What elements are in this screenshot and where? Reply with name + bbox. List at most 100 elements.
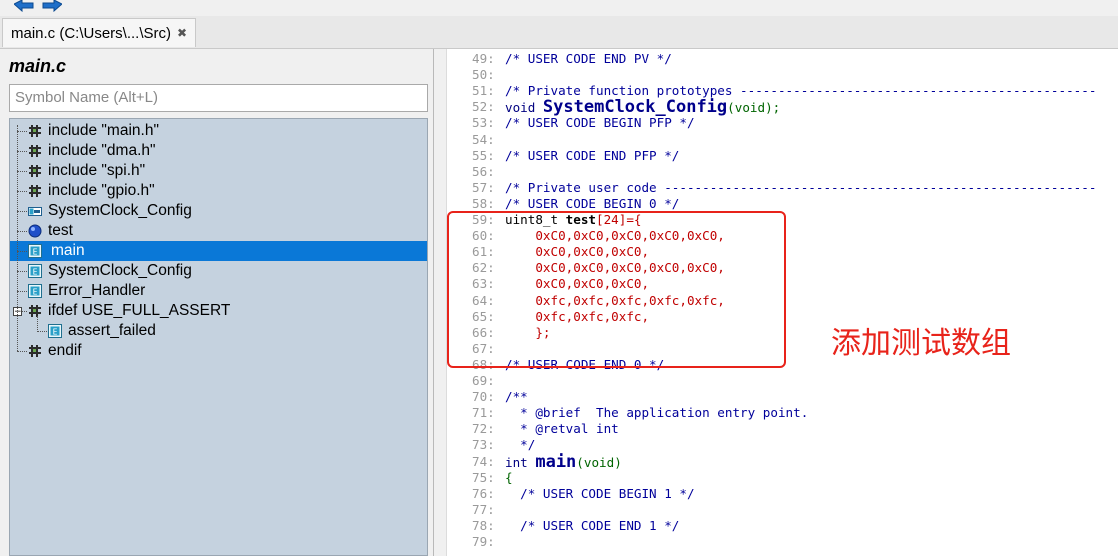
- code-line: 71: * @brief The application entry point…: [434, 405, 1118, 421]
- tree-connector: [17, 211, 27, 212]
- outline-item[interactable]: E SystemClock_Config: [10, 261, 427, 281]
- outline-item[interactable]: include "gpio.h": [10, 181, 427, 201]
- code-token: * @retval int: [505, 421, 619, 437]
- tree-connector: [17, 125, 18, 351]
- outline-item-label: include "spi.h": [48, 162, 146, 179]
- include-icon: [29, 345, 41, 357]
- code-line: 49:/* USER CODE END PV */: [434, 51, 1118, 67]
- code-token: int: [505, 454, 536, 470]
- tree-connector: [17, 351, 27, 352]
- code-text: /* USER CODE BEGIN 1 */: [505, 486, 694, 502]
- close-icon[interactable]: ✖: [177, 26, 187, 40]
- outline-item[interactable]: include "main.h": [10, 121, 427, 141]
- outline-item[interactable]: E Error_Handler: [10, 281, 427, 301]
- code-line: 79:: [434, 534, 1118, 550]
- code-text: * @brief The application entry point.: [505, 405, 808, 421]
- svg-text:E: E: [33, 248, 38, 257]
- code-line: 78: /* USER CODE END 1 */: [434, 518, 1118, 534]
- outline-item[interactable]: ifdef USE_FULL_ASSERT: [10, 301, 427, 321]
- code-line: 50:: [434, 67, 1118, 83]
- outline-item[interactable]: Eassert_failed: [10, 321, 427, 341]
- outline-item[interactable]: endif: [10, 341, 427, 361]
- code-token: * @brief The application entry point.: [505, 405, 809, 421]
- function-icon: E: [48, 324, 62, 338]
- include-icon: [29, 145, 41, 157]
- code-token: {: [505, 469, 513, 485]
- code-line: 56:: [434, 164, 1118, 180]
- function-icon: E: [28, 244, 42, 258]
- variable-icon: [28, 224, 42, 238]
- outline-item-label: ifdef USE_FULL_ASSERT: [48, 302, 231, 319]
- code-token: /* USER CODE END PV */: [505, 51, 672, 66]
- function-icon: E: [28, 264, 42, 278]
- code-token: /* USER CODE BEGIN 0 */: [505, 195, 680, 211]
- code-text: {: [505, 470, 513, 486]
- tree-connector: [17, 231, 27, 232]
- outline-item-label: SystemClock_Config: [48, 202, 192, 219]
- code-text: */: [505, 437, 535, 453]
- tree-connector: [17, 131, 27, 132]
- code-line: 55:/* USER CODE END PFP */: [434, 148, 1118, 164]
- outline-item[interactable]: test: [10, 221, 427, 241]
- code-token: (void): [576, 454, 622, 470]
- outline-item[interactable]: SystemClock_Config: [10, 201, 427, 221]
- code-text: /* USER CODE BEGIN PFP */: [505, 115, 695, 131]
- include-icon: [29, 165, 41, 177]
- line-number: 75:: [472, 469, 495, 485]
- code-line: 69:: [434, 373, 1118, 389]
- highlight-box: [447, 211, 786, 368]
- outline-item-label: include "gpio.h": [48, 182, 155, 199]
- line-number: 56:: [472, 163, 495, 179]
- function-prototype-icon: [28, 207, 42, 216]
- code-token: void: [505, 100, 543, 116]
- svg-text:E: E: [33, 268, 38, 277]
- code-line: 57:/* Private user code ----------------…: [434, 180, 1118, 196]
- line-number: 79:: [472, 534, 495, 549]
- code-token: SystemClock_Config: [542, 97, 728, 118]
- include-icon: [29, 185, 41, 197]
- line-number: 77:: [472, 501, 495, 517]
- code-text: int main(void): [505, 451, 622, 472]
- code-line: 75: {: [434, 470, 1118, 486]
- outline-item[interactable]: Emain: [10, 241, 427, 261]
- annotation-label: 添加测试数组: [831, 326, 1011, 361]
- code-line: 58:/* USER CODE BEGIN 0 */: [434, 196, 1118, 212]
- tree-connector: [17, 291, 27, 292]
- outline-item[interactable]: include "dma.h": [10, 141, 427, 161]
- code-line: 52: void SystemClock_Config(void);: [434, 99, 1118, 116]
- code-line: 76: /* USER CODE BEGIN 1 */: [434, 486, 1118, 502]
- tab-main-c[interactable]: main.c (C:\Users\...\Src) ✖: [2, 18, 197, 47]
- code-token: (void);: [727, 100, 781, 116]
- svg-text:E: E: [53, 328, 58, 337]
- outline-file-title: main.c: [9, 56, 67, 76]
- code-text: void SystemClock_Config(void);: [505, 99, 780, 116]
- outline-item-label: endif: [48, 342, 82, 359]
- code-token: */: [505, 437, 536, 453]
- outline-item-label: include "main.h": [48, 122, 159, 139]
- code-text: /**: [505, 389, 528, 405]
- code-text: /* Private user code -------------------…: [505, 180, 1096, 196]
- code-token: /* Private function prototypes ---------…: [505, 83, 1097, 99]
- code-text: * @retval int: [505, 421, 619, 437]
- code-text: /* USER CODE END PFP */: [505, 148, 679, 164]
- outline-item-label: test: [48, 222, 73, 239]
- outline-item[interactable]: include "spi.h": [10, 161, 427, 181]
- code-text: /* USER CODE BEGIN 0 */: [505, 196, 679, 212]
- tree-connector: [17, 171, 27, 172]
- code-token: /* Private user code -------------------…: [505, 179, 1097, 195]
- include-icon: [29, 125, 41, 137]
- code-token: /* USER CODE END 1 */: [505, 517, 680, 533]
- outline-item-label: assert_failed: [68, 322, 156, 339]
- code-line: 54:: [434, 132, 1118, 148]
- outline-item-label: main: [48, 242, 90, 260]
- back-arrow-icon[interactable]: [14, 0, 34, 12]
- code-token: main: [535, 451, 577, 472]
- line-number: 50:: [472, 67, 495, 83]
- code-text: /* USER CODE END 1 */: [505, 518, 679, 534]
- tree-connector: [37, 316, 38, 330]
- code-token: /**: [505, 389, 528, 405]
- symbol-outline-panel: main.c Symbol Name (Alt+L) include "main…: [0, 49, 434, 556]
- symbol-search-input[interactable]: Symbol Name (Alt+L): [9, 84, 428, 112]
- forward-arrow-icon[interactable]: [42, 0, 62, 12]
- code-line: 74: int main(void): [434, 451, 1118, 472]
